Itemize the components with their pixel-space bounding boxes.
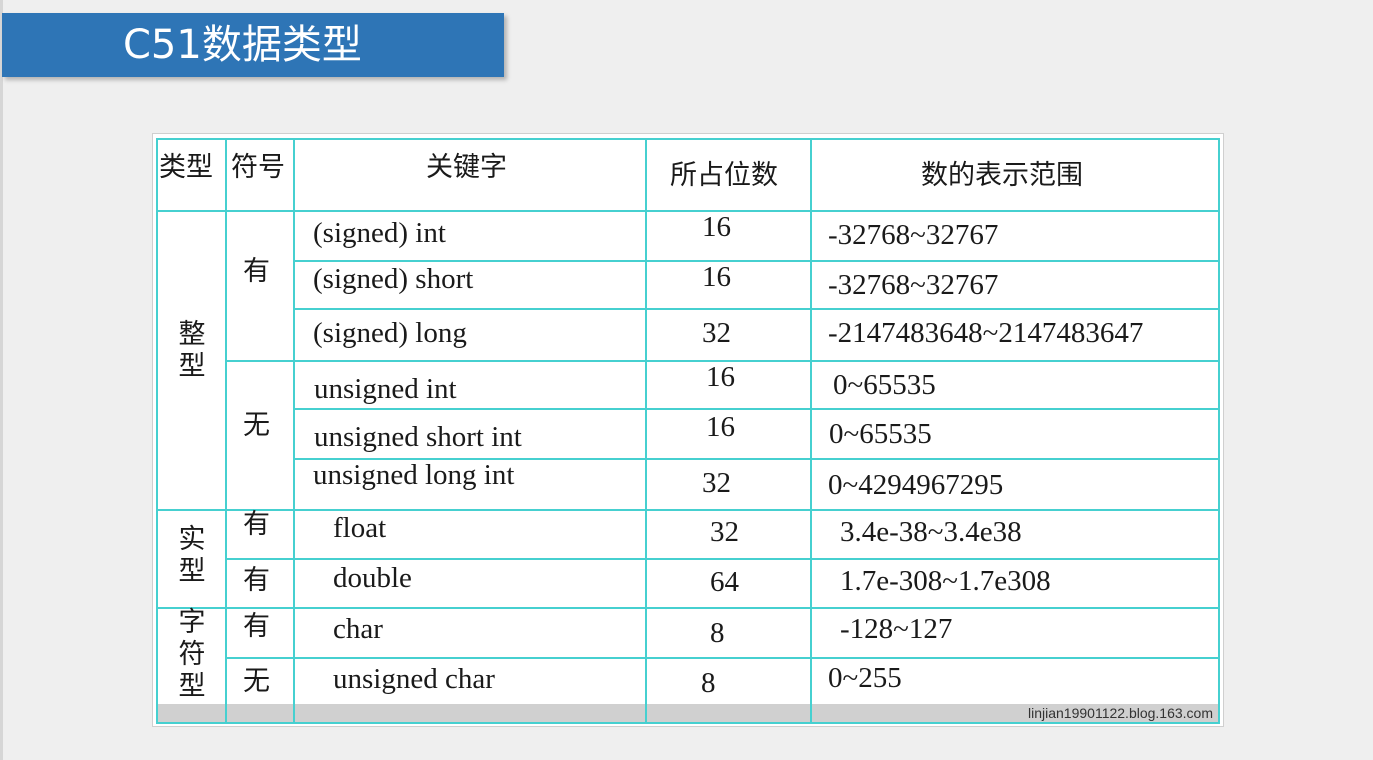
row-0-bits: 16 [702,211,731,243]
row-4-range: 0~65535 [829,418,932,450]
row-1-bits: 16 [702,261,731,293]
header-bits: 所占位数 [670,160,778,191]
group-integer-label: 整型 [178,319,206,382]
row-1-keyword: (signed) short [313,263,474,295]
row-6-bits: 32 [710,516,739,548]
header-range: 数的表示范围 [921,160,1083,191]
row-2-bits: 32 [702,317,731,349]
row-4-keyword: unsigned short int [314,421,522,453]
group-char-label: 字符型 [178,607,206,702]
row-7-range: 1.7e-308~1.7e308 [840,565,1051,597]
row-9-bits: 8 [701,667,716,699]
slide-title: C51数据类型 [123,22,362,68]
row-5-range: 0~4294967295 [828,469,1004,501]
sign-float-signed: 有 [243,509,270,540]
row-3-bits: 16 [706,361,735,393]
sign-double-signed: 有 [243,565,270,596]
row-9-keyword: unsigned char [333,663,495,695]
row-9-range: 0~255 [828,662,902,694]
sign-integer-signed: 有 [243,256,270,287]
row-2-keyword: (signed) long [313,317,467,349]
row-5-keyword: unsigned long int [313,459,515,491]
header-type: 类型 [159,152,213,183]
row-8-bits: 8 [710,617,725,649]
data-types-table: 类型 符号 关键字 所占位数 数的表示范围 整型 实型 字符型 有 无 有 有 … [152,133,1224,727]
row-6-range: 3.4e-38~3.4e38 [840,516,1022,548]
row-7-keyword: double [333,562,412,594]
sign-char-signed: 有 [243,611,270,642]
sign-char-unsigned: 无 [243,666,270,697]
row-7-bits: 64 [710,566,739,598]
slide-title-bar: C51数据类型 [2,13,504,77]
row-2-range: -2147483648~2147483647 [828,317,1144,349]
row-1-range: -32768~32767 [828,269,999,301]
row-5-bits: 32 [702,467,731,499]
row-6-keyword: float [333,512,387,544]
row-8-range: -128~127 [840,613,953,645]
row-3-range: 0~65535 [833,369,936,401]
sign-integer-unsigned: 无 [243,410,270,441]
row-0-keyword: (signed) int [313,217,446,249]
row-8-keyword: char [333,613,383,645]
watermark-text: linjian19901122.blog.163.com [1028,705,1213,721]
header-sign: 符号 [231,152,285,183]
header-keyword: 关键字 [426,152,507,183]
row-0-range: -32768~32767 [828,219,999,251]
group-real-label: 实型 [178,524,206,587]
slide-left-edge [0,0,3,760]
row-4-bits: 16 [706,411,735,443]
row-3-keyword: unsigned int [314,373,457,405]
